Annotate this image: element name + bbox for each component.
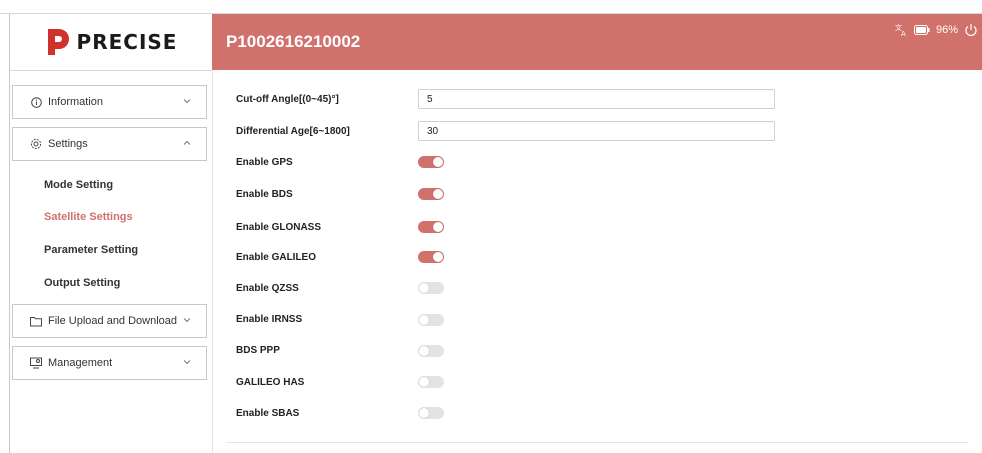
submenu-parameter-setting[interactable]: Parameter Setting xyxy=(44,244,138,256)
toggle-knob xyxy=(419,346,429,356)
cutoff-angle-input[interactable] xyxy=(418,89,775,109)
battery-percent: 96% xyxy=(935,24,958,36)
bds-ppp-label: BDS PPP xyxy=(236,345,280,356)
toggle-knob xyxy=(433,189,443,199)
logo-text: PRECISE xyxy=(76,30,178,54)
enable-bds-label: Enable BDS xyxy=(236,189,293,200)
precise-logo-icon xyxy=(47,29,69,55)
enable-qzss-toggle[interactable] xyxy=(418,282,444,294)
cutoff-angle-label: Cut-off Angle[(0~45)°] xyxy=(236,94,339,105)
enable-irnss-label: Enable IRNSS xyxy=(236,314,303,325)
info-icon xyxy=(30,96,42,108)
chevron-up-icon xyxy=(183,140,191,145)
folder-icon xyxy=(30,315,42,327)
bds-ppp-toggle[interactable] xyxy=(418,345,444,357)
power-icon[interactable] xyxy=(964,23,978,37)
enable-qzss-label: Enable QZSS xyxy=(236,283,299,294)
menu-information[interactable]: Information xyxy=(12,85,207,119)
menu-management[interactable]: Management xyxy=(12,346,207,380)
enable-irnss-toggle[interactable] xyxy=(418,314,444,326)
enable-gps-label: Enable GPS xyxy=(236,157,293,168)
menu-information-label: Information xyxy=(48,96,104,108)
chevron-down-icon xyxy=(183,318,191,323)
header-bar: P1002616210002 文 A 96% xyxy=(212,14,982,70)
enable-bds-toggle[interactable] xyxy=(418,188,444,200)
header-icons: 文 A 96% xyxy=(894,23,978,37)
submenu-satellite-settings[interactable]: Satellite Settings xyxy=(44,211,133,223)
enable-galileo-toggle[interactable] xyxy=(418,251,444,263)
enable-sbas-toggle[interactable] xyxy=(418,407,444,419)
chevron-down-icon xyxy=(183,99,191,104)
toggle-knob xyxy=(419,315,429,325)
translate-icon[interactable]: 文 A xyxy=(894,23,908,37)
toggle-knob xyxy=(433,157,443,167)
toggle-knob xyxy=(419,377,429,387)
form-divider xyxy=(226,442,968,443)
menu-settings[interactable]: Settings xyxy=(12,127,207,161)
page-title: P1002616210002 xyxy=(226,32,361,51)
toggle-knob xyxy=(433,252,443,262)
sidebar xyxy=(10,14,213,453)
logo: PRECISE xyxy=(10,14,212,71)
differential-age-label: Differential Age[6~1800] xyxy=(236,126,350,137)
toggle-knob xyxy=(419,408,429,418)
settings-icon xyxy=(30,138,42,150)
battery-icon xyxy=(913,25,930,35)
svg-text:A: A xyxy=(901,30,906,37)
enable-sbas-label: Enable SBAS xyxy=(236,408,300,419)
enable-glonass-label: Enable GLONASS xyxy=(236,222,322,233)
menu-settings-label: Settings xyxy=(48,138,88,150)
management-icon xyxy=(30,357,42,369)
galileo-has-toggle[interactable] xyxy=(418,376,444,388)
menu-file-upload[interactable]: File Upload and Download xyxy=(12,304,207,338)
menu-file-upload-label: File Upload and Download xyxy=(48,315,178,327)
enable-gps-toggle[interactable] xyxy=(418,156,444,168)
toggle-knob xyxy=(433,222,443,232)
enable-glonass-toggle[interactable] xyxy=(418,221,444,233)
enable-galileo-label: Enable GALILEO xyxy=(236,252,317,263)
chevron-down-icon xyxy=(183,360,191,365)
submenu-output-setting[interactable]: Output Setting xyxy=(44,277,120,289)
galileo-has-label: GALILEO HAS xyxy=(236,377,305,388)
menu-management-label: Management xyxy=(48,357,113,369)
submenu-mode-setting[interactable]: Mode Setting xyxy=(44,179,113,191)
toggle-knob xyxy=(419,283,429,293)
differential-age-input[interactable] xyxy=(418,121,775,141)
